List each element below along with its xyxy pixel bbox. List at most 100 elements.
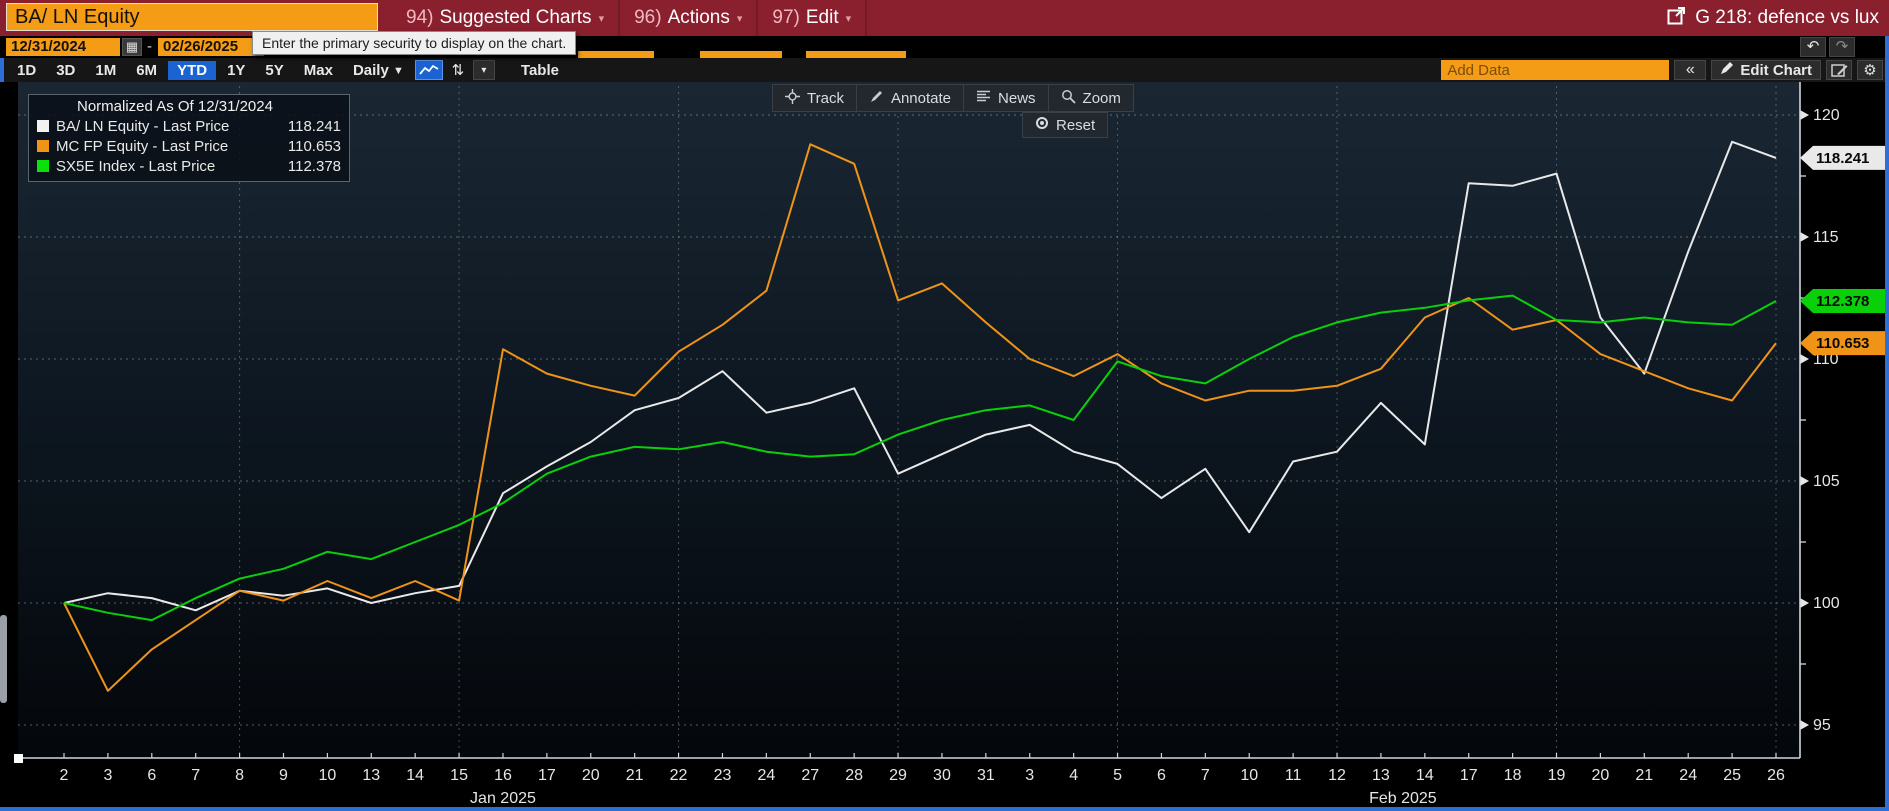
x-tick-label: 24 [757, 767, 775, 784]
x-tick-label: 30 [933, 767, 951, 784]
menu-item-number: 97) [772, 7, 800, 28]
reset-button[interactable]: Reset [1022, 112, 1109, 138]
frequency-dropdown[interactable]: Daily ▼ [344, 61, 413, 80]
hidden-field-sliver [578, 51, 654, 58]
collapse-panel-button[interactable]: « [1674, 60, 1707, 80]
range-button-max[interactable]: Max [295, 61, 342, 80]
undo-icon[interactable]: ↶ [1800, 37, 1826, 57]
legend-label: SX5E Index - Last Price [56, 157, 216, 175]
overlay-button-label: Zoom [1082, 89, 1121, 107]
x-tick-label: 25 [1723, 767, 1741, 784]
y-tick-arrow [1800, 354, 1809, 364]
x-tick-label: 13 [1372, 767, 1390, 784]
axis-drag-handle[interactable] [14, 754, 23, 763]
legend-label: MC FP Equity - Last Price [56, 137, 229, 155]
axis-compare-icon[interactable]: ⇅ [445, 60, 471, 80]
legend-swatch [37, 120, 49, 132]
x-tick-label: 14 [1416, 767, 1434, 784]
hidden-field-sliver [700, 51, 782, 58]
line-chart-type-icon[interactable] [414, 60, 443, 80]
x-tick-label: 13 [362, 767, 380, 784]
chart-title-label: G 218: defence vs lux [1695, 7, 1879, 28]
window-edge-right [1885, 36, 1889, 811]
x-tick-label: 17 [1460, 767, 1478, 784]
x-tick-label: 7 [191, 767, 200, 784]
range-button-1y[interactable]: 1Y [218, 61, 254, 80]
legend-entry: SX5E Index - Last Price 112.378 [37, 156, 341, 176]
chart-function-label-group: G 218: defence vs lux [1667, 0, 1879, 36]
y-tick-label: 115 [1813, 229, 1839, 246]
range-button-1d[interactable]: 1D [8, 61, 45, 80]
x-tick-label: 10 [1240, 767, 1258, 784]
menu-item-label: Edit [805, 7, 839, 28]
legend-swatch [37, 140, 49, 152]
y-tick-label: 100 [1813, 595, 1840, 612]
track-button[interactable]: Track [773, 85, 857, 111]
annotate-button[interactable]: Annotate [857, 85, 965, 111]
zoom-magnifier-icon [1061, 89, 1076, 108]
chevron-down-icon: ▾ [736, 12, 743, 25]
calendar-icon[interactable]: ▦ [122, 38, 142, 56]
x-tick-label: 14 [406, 767, 424, 784]
x-tick-label: 6 [1157, 767, 1166, 784]
x-tick-label: 2 [60, 767, 69, 784]
x-tick-label: 3 [1025, 767, 1034, 784]
gear-icon[interactable]: ⚙ [1857, 60, 1883, 80]
security-tooltip: Enter the primary security to display on… [252, 31, 577, 55]
menu-item-label: Actions [667, 7, 730, 28]
x-tick-label: 17 [538, 767, 556, 784]
chart-legend[interactable]: Normalized As Of 12/31/2024 BA/ LN Equit… [28, 94, 350, 182]
x-month-label: Feb 2025 [1369, 790, 1437, 807]
menu-item-number: 94) [406, 7, 434, 28]
x-tick-label: 21 [1635, 767, 1653, 784]
overlay-button-label: Annotate [890, 89, 952, 107]
menu-item-actions[interactable]: 96) Actions ▾ [620, 0, 759, 36]
toolbar-right-group: « Edit Chart ⚙ [1441, 60, 1883, 80]
end-date-field[interactable]: 02/26/2025 [158, 38, 264, 56]
range-button-ytd[interactable]: YTD [168, 60, 217, 80]
last-price-tag-value: 112.378 [1816, 293, 1869, 310]
x-tick-label: 28 [845, 767, 863, 784]
y-tick-arrow [1800, 110, 1809, 120]
range-button-5y[interactable]: 5Y [256, 61, 292, 80]
redo-icon[interactable]: ↷ [1829, 37, 1855, 57]
legend-value: 110.653 [287, 137, 341, 155]
x-tick-label: 10 [318, 767, 336, 784]
scrollbar-handle[interactable] [0, 615, 7, 703]
edit-chart-button[interactable]: Edit Chart [1711, 60, 1821, 80]
y-tick-label: 105 [1813, 473, 1840, 490]
zoom-button[interactable]: Zoom [1049, 85, 1133, 111]
overlay-button-label: News [998, 89, 1036, 107]
x-tick-label: 27 [801, 767, 819, 784]
x-tick-label: 21 [626, 767, 644, 784]
chart-plot: 951001051101151202 3 6 7 8 9 10 13 14 15 16 17 20 21 2… [14, 82, 1886, 807]
chart-type-dropdown-icon[interactable]: ▾ [472, 60, 495, 80]
range-button-3d[interactable]: 3D [47, 61, 84, 80]
chart-area[interactable]: 95 100 105 110 115 120 2 3 6 7 8 9 10 13 14 15 16 17 20 21 2… [0, 82, 1889, 811]
export-icon[interactable] [1667, 6, 1686, 30]
table-button[interactable]: Table [511, 61, 569, 80]
legend-value: 118.241 [287, 117, 341, 135]
x-tick-label: 7 [1201, 767, 1210, 784]
range-button-1m[interactable]: 1M [86, 61, 125, 80]
news-button[interactable]: News [964, 85, 1049, 111]
annotate-pencil-icon [869, 89, 884, 108]
range-button-6m[interactable]: 6M [127, 61, 166, 80]
overlay-button-label: Track [807, 89, 844, 107]
pencil-icon [1720, 61, 1734, 79]
x-tick-label: 15 [450, 767, 468, 784]
menu-item-number: 96) [634, 7, 662, 28]
legend-value: 112.378 [287, 157, 341, 175]
x-tick-label: 5 [1113, 767, 1122, 784]
menu-item-edit[interactable]: 97) Edit ▾ [758, 0, 868, 36]
x-tick-label: 12 [1328, 767, 1346, 784]
start-date-field[interactable]: 12/31/2024 [6, 38, 120, 56]
menu-item-label: Suggested Charts [439, 7, 592, 28]
chart-annotations-icon[interactable] [1826, 60, 1852, 80]
add-data-input[interactable] [1441, 60, 1670, 80]
reset-target-icon [1035, 116, 1049, 134]
last-price-tag-value: 118.241 [1816, 150, 1869, 167]
chevron-down-icon: ▾ [598, 12, 605, 25]
x-tick-label: 16 [494, 767, 512, 784]
security-input[interactable] [6, 3, 378, 31]
